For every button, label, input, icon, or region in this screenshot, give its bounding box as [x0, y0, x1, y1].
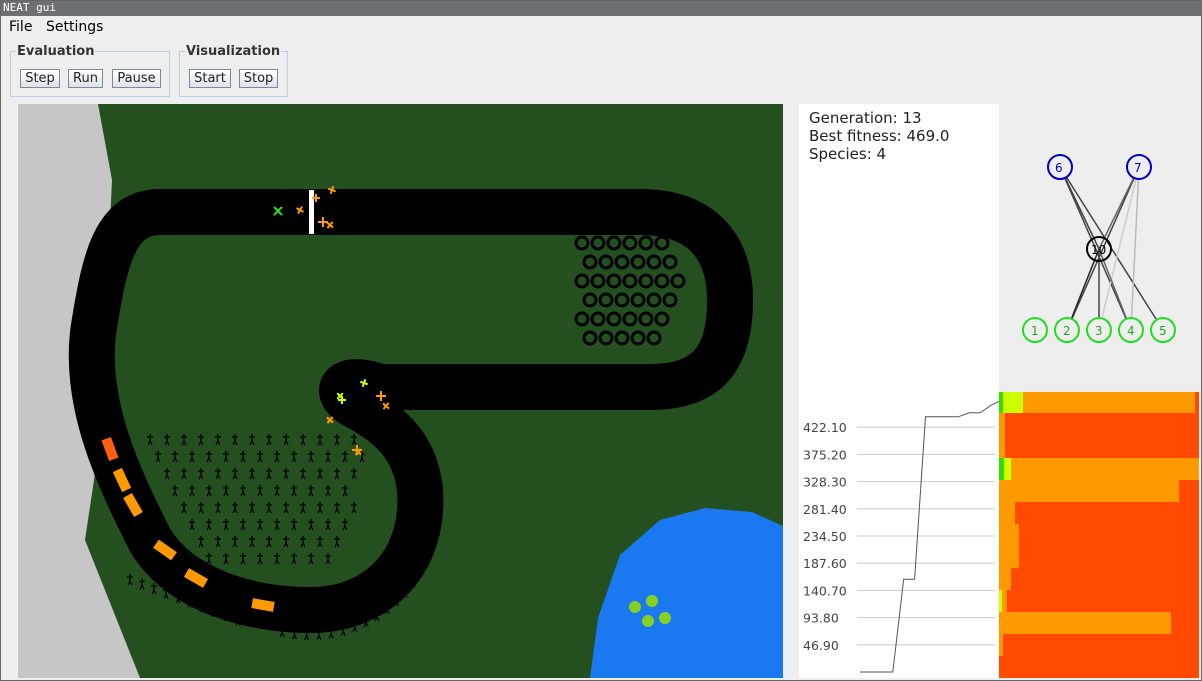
y-tick-label: 93.80: [803, 611, 839, 626]
y-tick-label: 422.10: [803, 420, 847, 435]
svg-text:2: 2: [1063, 324, 1071, 338]
menu-settings[interactable]: Settings: [46, 19, 103, 35]
y-tick-label: 234.50: [803, 529, 847, 544]
evaluation-group: Evaluation Step Run Pause: [10, 44, 170, 97]
node-2: 2: [1054, 317, 1080, 343]
y-tick-label: 187.60: [803, 556, 847, 571]
network-graph: 6 7 10 1 2 3 4 5: [999, 104, 1199, 392]
species-chart: [999, 392, 1199, 678]
track-canvas: [18, 104, 783, 678]
node-5: 5: [1150, 317, 1176, 343]
y-tick-label: 328.30: [803, 475, 847, 490]
svg-text:4: 4: [1127, 324, 1135, 338]
run-button[interactable]: Run: [68, 69, 103, 88]
node-4: 4: [1118, 317, 1144, 343]
generation-label: Generation: 13: [809, 109, 922, 127]
y-tick-label: 375.20: [803, 447, 847, 462]
y-tick-label: 140.70: [803, 583, 847, 598]
pause-button[interactable]: Pause: [112, 69, 161, 88]
visualization-group: Visualization Start Stop: [179, 44, 288, 97]
svg-text:10: 10: [1091, 243, 1106, 257]
svg-text:1: 1: [1031, 324, 1039, 338]
stats-panel: Generation: 13 Best fitness: 469.0 Speci…: [799, 104, 999, 392]
species-count-label: Species: 4: [809, 145, 887, 163]
node-6: 6: [1047, 154, 1073, 180]
svg-text:6: 6: [1055, 161, 1063, 175]
fitness-chart: 422.10 375.20 328.30 281.40 234.50 187.60 140.…: [799, 392, 999, 678]
evaluation-title: Evaluation: [16, 44, 96, 59]
menu-bar: File Settings: [2, 17, 1198, 38]
svg-text:5: 5: [1159, 324, 1167, 338]
y-tick-label: 281.40: [803, 502, 847, 517]
svg-text:7: 7: [1134, 161, 1142, 175]
menu-file[interactable]: File: [9, 19, 32, 35]
y-tick-label: 46.90: [803, 638, 839, 653]
step-button[interactable]: Step: [20, 69, 60, 88]
node-7: 7: [1126, 154, 1152, 180]
visualization-title: Visualization: [185, 44, 282, 59]
stop-button[interactable]: Stop: [239, 69, 278, 88]
start-button[interactable]: Start: [189, 69, 231, 88]
finish-line: [309, 190, 314, 234]
node-3: 3: [1086, 317, 1112, 343]
svg-text:3: 3: [1095, 324, 1103, 338]
node-1: 1: [1022, 317, 1048, 343]
best-fitness-label: Best fitness: 469.0: [809, 127, 950, 145]
window-title: NEAT gui: [0, 0, 1202, 16]
